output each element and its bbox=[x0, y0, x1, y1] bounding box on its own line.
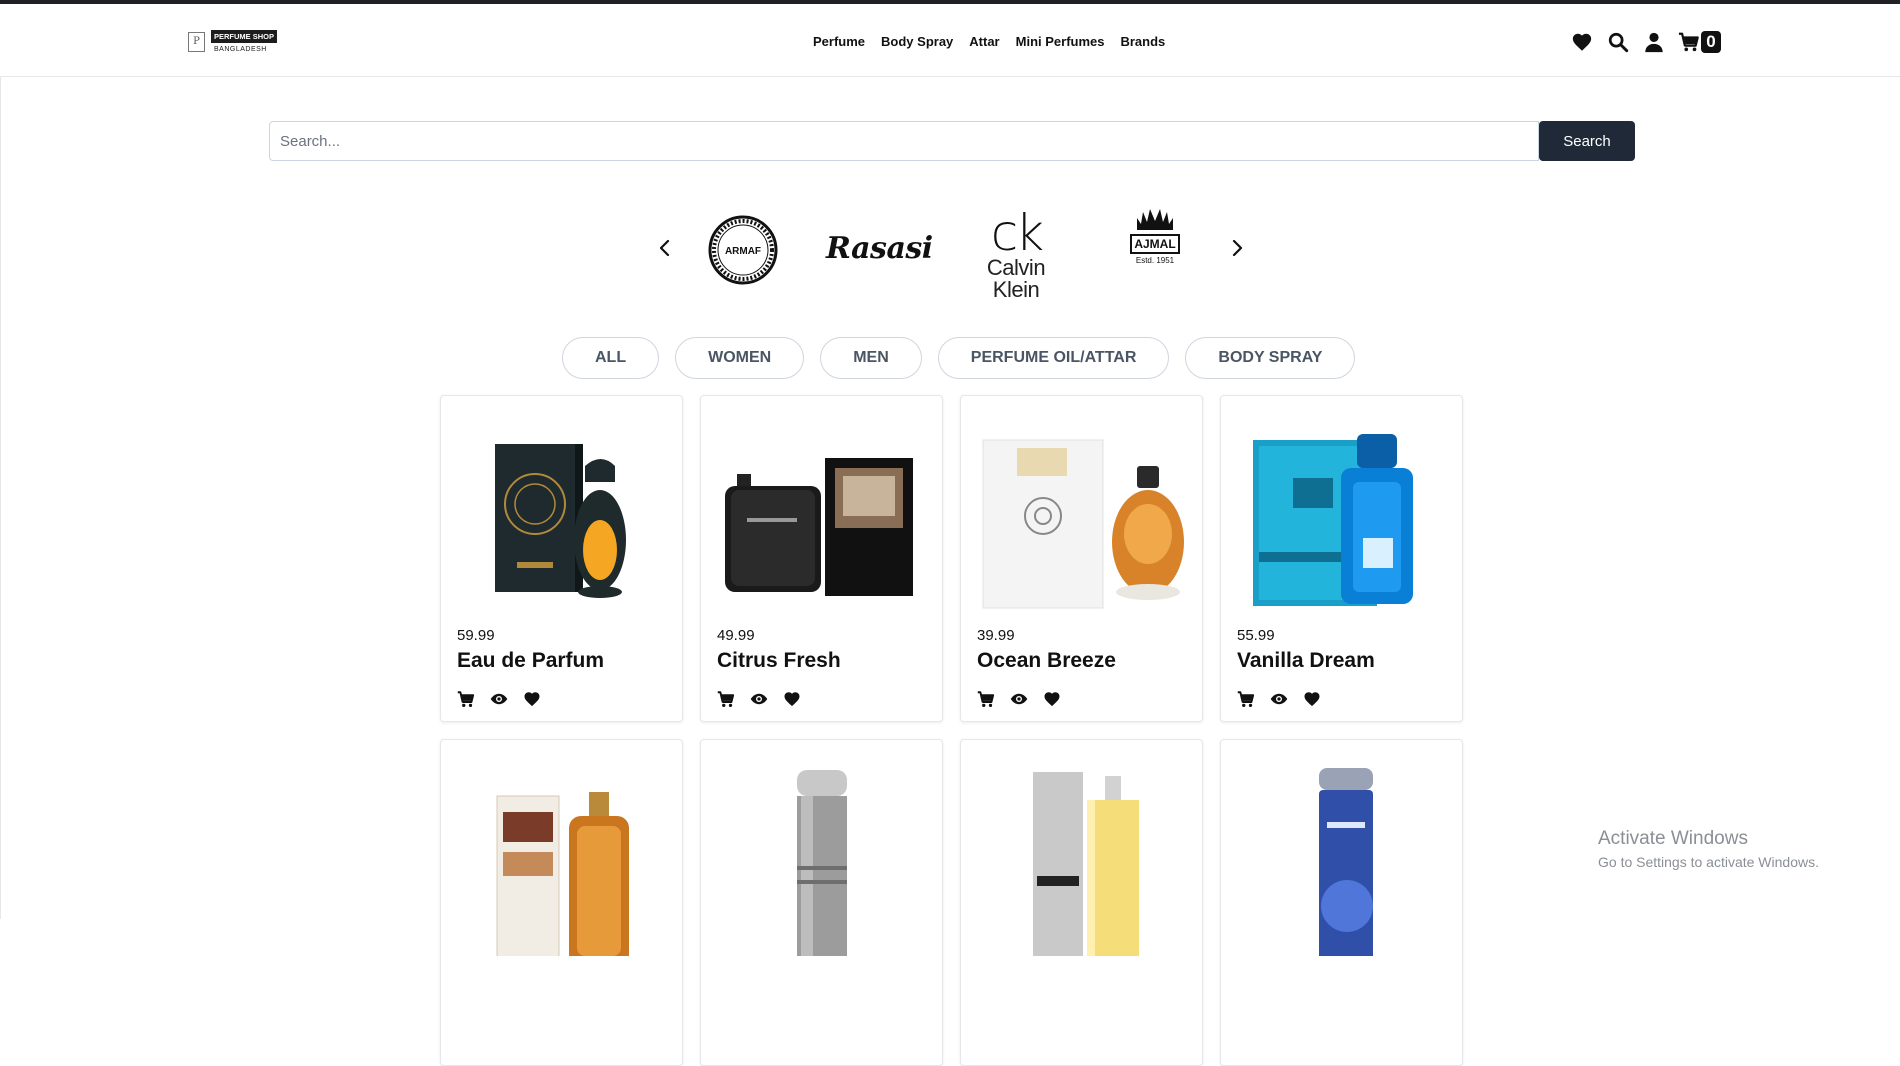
product-price: 49.99 bbox=[717, 627, 755, 644]
product-image bbox=[496, 792, 629, 956]
nav-attar[interactable]: Attar bbox=[969, 34, 999, 49]
nav-brands[interactable]: Brands bbox=[1120, 34, 1165, 49]
product-price: 59.99 bbox=[457, 627, 495, 644]
eye-icon[interactable] bbox=[1010, 690, 1028, 708]
product-card[interactable]: 39.99 Ocean Breeze bbox=[960, 395, 1203, 722]
product-image bbox=[1253, 434, 1413, 606]
product-actions bbox=[717, 690, 801, 708]
product-card[interactable] bbox=[960, 739, 1203, 1066]
product-card[interactable] bbox=[1220, 739, 1463, 1066]
brand-logo-calvin-klein[interactable]: ck Calvin Klein bbox=[962, 204, 1070, 302]
product-card[interactable] bbox=[700, 739, 943, 1066]
windows-activation-watermark: Activate Windows Go to Settings to activ… bbox=[1598, 828, 1819, 870]
filter-men[interactable]: MEN bbox=[820, 337, 922, 379]
search-input[interactable] bbox=[269, 121, 1539, 161]
eye-icon[interactable] bbox=[750, 690, 768, 708]
brand-logo-armaf[interactable]: ARMAF bbox=[708, 215, 778, 285]
brand-name-ajmal: AJMAL bbox=[1130, 234, 1180, 254]
product-card[interactable] bbox=[440, 739, 683, 1066]
watermark-title: Activate Windows bbox=[1598, 828, 1748, 849]
cart-count-badge: 0 bbox=[1701, 31, 1721, 53]
cart-button[interactable]: 0 bbox=[1678, 31, 1721, 53]
cart-icon[interactable] bbox=[717, 690, 735, 708]
product-image bbox=[1033, 772, 1139, 956]
logo-title: PERFUME SHOP bbox=[211, 30, 278, 43]
product-image bbox=[725, 458, 913, 596]
product-name: Citrus Fresh bbox=[717, 649, 841, 672]
eye-icon[interactable] bbox=[490, 690, 508, 708]
search-bar: Search bbox=[269, 121, 1635, 161]
watermark-subtitle: Go to Settings to activate Windows. bbox=[1598, 854, 1819, 870]
product-image bbox=[797, 770, 847, 956]
page-edge-divider bbox=[0, 76, 1, 919]
product-card[interactable]: 55.99 Vanilla Dream bbox=[1220, 395, 1463, 722]
chevron-left-icon[interactable] bbox=[655, 238, 675, 258]
site-header: P PERFUME SHOP BANGLADESH Perfume Body S… bbox=[0, 4, 1900, 77]
brand-logo-ajmal[interactable]: AJMAL Estd. 1951 bbox=[1128, 208, 1182, 265]
nav-body-spray[interactable]: Body Spray bbox=[881, 34, 953, 49]
product-actions bbox=[457, 690, 541, 708]
product-price: 55.99 bbox=[1237, 627, 1275, 644]
crown-icon bbox=[1137, 209, 1173, 230]
filter-women[interactable]: WOMEN bbox=[675, 337, 805, 379]
product-actions bbox=[1237, 690, 1321, 708]
product-image bbox=[982, 439, 1184, 609]
brand-name-calvin-klein: Calvin Klein bbox=[986, 255, 1046, 302]
heart-icon[interactable] bbox=[1043, 690, 1061, 708]
brand-mark-ck: ck bbox=[990, 204, 1044, 262]
product-card[interactable]: 49.99 Citrus Fresh bbox=[700, 395, 943, 722]
logo-subtitle: BANGLADESH bbox=[214, 46, 267, 53]
product-actions bbox=[977, 690, 1061, 708]
product-card[interactable]: 59.99 Eau de Parfum bbox=[440, 395, 683, 722]
cart-icon[interactable] bbox=[977, 690, 995, 708]
filter-body-spray[interactable]: BODY SPRAY bbox=[1185, 337, 1356, 379]
product-image bbox=[1319, 768, 1373, 956]
heart-icon[interactable] bbox=[783, 690, 801, 708]
eye-icon[interactable] bbox=[1270, 690, 1288, 708]
brand-logo-rasasi[interactable]: Rasasi bbox=[826, 231, 933, 266]
heart-icon[interactable] bbox=[523, 690, 541, 708]
cart-icon[interactable] bbox=[457, 690, 475, 708]
heart-icon[interactable] bbox=[1570, 30, 1594, 54]
user-icon[interactable] bbox=[1642, 30, 1666, 54]
brand-carousel: ARMAF Rasasi ck Calvin Klein AJMAL Estd.… bbox=[650, 205, 1250, 301]
main-nav: Perfume Body Spray Attar Mini Perfumes B… bbox=[813, 34, 1165, 49]
cart-icon bbox=[1678, 32, 1699, 52]
brand-tagline-ajmal: Estd. 1951 bbox=[1135, 256, 1175, 265]
product-name: Eau de Parfum bbox=[457, 649, 605, 672]
nav-perfume[interactable]: Perfume bbox=[813, 34, 865, 49]
brand-name-armaf: ARMAF bbox=[725, 246, 761, 257]
heart-icon[interactable] bbox=[1303, 690, 1321, 708]
chevron-right-icon[interactable] bbox=[1227, 238, 1247, 258]
product-image bbox=[495, 444, 626, 598]
search-button[interactable]: Search bbox=[1539, 121, 1635, 161]
search-icon[interactable] bbox=[1606, 30, 1630, 54]
filter-all[interactable]: ALL bbox=[562, 337, 660, 379]
nav-mini-perfumes[interactable]: Mini Perfumes bbox=[1016, 34, 1105, 49]
product-name: Vanilla Dream bbox=[1237, 649, 1375, 672]
category-filters: ALL WOMEN MEN PERFUME OIL/ATTAR BODY SPR… bbox=[562, 337, 1356, 379]
product-name: Ocean Breeze bbox=[977, 649, 1116, 672]
cart-icon[interactable] bbox=[1237, 690, 1255, 708]
perfume-bottle-icon: P bbox=[188, 32, 205, 52]
filter-perfume-oil-attar[interactable]: PERFUME OIL/ATTAR bbox=[937, 337, 1170, 379]
product-price: 39.99 bbox=[977, 627, 1015, 644]
header-actions: 0 bbox=[1570, 30, 1721, 54]
